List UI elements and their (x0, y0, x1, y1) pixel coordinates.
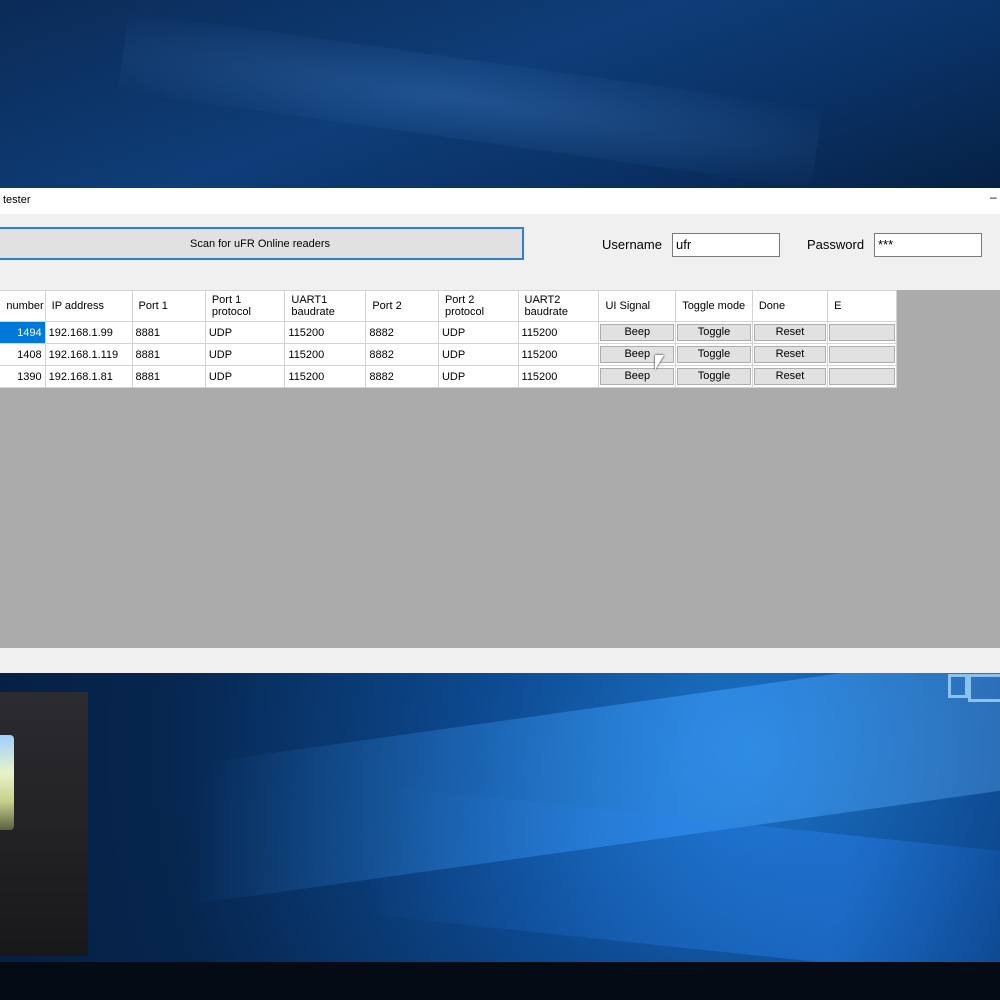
cell-port2[interactable]: 8882 (365, 321, 439, 344)
minimize-icon[interactable]: – (990, 190, 997, 204)
beep-button[interactable]: Beep (600, 324, 675, 341)
cell-number[interactable]: 1408 (0, 343, 46, 366)
windows-logo-pane (968, 674, 1000, 702)
column-header-done[interactable]: Done (751, 290, 829, 322)
status-bar (0, 648, 1000, 673)
table-row[interactable]: 1390 192.168.1.81 8881 UDP 115200 8882 U… (0, 365, 964, 388)
cell-uart2[interactable]: 115200 (517, 321, 600, 344)
toggle-button[interactable]: Toggle (677, 346, 751, 363)
grid-empty-area (896, 321, 964, 344)
column-header-blank (896, 290, 964, 322)
readers-table: number IP address Port 1 Port 1 protocol… (0, 290, 964, 388)
e-button[interactable] (829, 346, 896, 363)
cell-uart2[interactable]: 115200 (517, 365, 600, 388)
password-label: Password (807, 237, 865, 252)
cell-number[interactable]: 1390 (0, 365, 46, 388)
column-header-port2[interactable]: Port 2 (365, 290, 439, 322)
username-label: Username (602, 237, 662, 252)
cell-port1-protocol[interactable]: UDP (204, 343, 286, 366)
cell-uart1[interactable]: 115200 (284, 365, 367, 388)
e-button[interactable] (829, 368, 896, 385)
cell-number[interactable]: 1494 (0, 321, 46, 344)
column-header-e[interactable]: E (827, 290, 898, 322)
cell-ip[interactable]: 192.168.1.119 (44, 343, 133, 366)
cell-done: Reset (751, 321, 829, 344)
table-row[interactable]: 1408 192.168.1.119 8881 UDP 115200 8882 … (0, 343, 964, 366)
app-window: tester – Scan for uFR Online readers Use… (0, 188, 1000, 673)
cell-uart1[interactable]: 115200 (284, 321, 367, 344)
column-header-toggle-mode[interactable]: Toggle mode (675, 290, 753, 322)
reset-button[interactable]: Reset (753, 324, 827, 341)
cell-toggle: Toggle (675, 365, 753, 388)
cell-e (827, 343, 898, 366)
webcam-light-object (0, 735, 14, 830)
cell-ip[interactable]: 192.168.1.99 (44, 321, 133, 344)
beep-button[interactable]: Beep (600, 368, 675, 385)
cell-port2[interactable]: 8882 (365, 365, 439, 388)
reset-button[interactable]: Reset (753, 346, 827, 363)
reset-button[interactable]: Reset (753, 368, 827, 385)
mouse-cursor-icon (655, 355, 664, 370)
cell-ui-signal: Beep (598, 321, 677, 344)
password-field[interactable]: *** (874, 233, 982, 257)
column-header-number[interactable]: number (0, 290, 46, 322)
cell-port1[interactable]: 8881 (131, 321, 206, 344)
cell-e (827, 321, 898, 344)
grid-empty-area (896, 365, 964, 388)
cell-ip[interactable]: 192.168.1.81 (44, 365, 133, 388)
username-field[interactable]: ufr (672, 233, 780, 257)
cell-toggle: Toggle (675, 343, 753, 366)
cell-done: Reset (751, 343, 829, 366)
column-header-ui-signal[interactable]: UI Signal (598, 290, 677, 322)
cell-done: Reset (751, 365, 829, 388)
column-header-port2-protocol[interactable]: Port 2 protocol (437, 290, 519, 322)
cell-ui-signal: Beep (598, 365, 677, 388)
window-title: tester (3, 194, 31, 206)
column-header-uart2-baudrate[interactable]: UART2 baudrate (517, 290, 600, 322)
taskbar[interactable] (0, 962, 1000, 1000)
cell-port1-protocol[interactable]: UDP (204, 321, 286, 344)
grid-header-row: number IP address Port 1 Port 1 protocol… (0, 290, 964, 322)
cell-ui-signal: Beep (598, 343, 677, 366)
column-header-port1-protocol[interactable]: Port 1 protocol (204, 290, 286, 322)
cell-uart2[interactable]: 115200 (517, 343, 600, 366)
cell-port2-protocol[interactable]: UDP (437, 321, 519, 344)
column-header-ip-address[interactable]: IP address (44, 290, 133, 322)
e-button[interactable] (829, 324, 896, 341)
cell-uart1[interactable]: 115200 (284, 343, 367, 366)
toggle-button[interactable]: Toggle (677, 368, 751, 385)
grid-empty-area (896, 343, 964, 366)
cell-port2-protocol[interactable]: UDP (437, 365, 519, 388)
cell-port1[interactable]: 8881 (131, 343, 206, 366)
readers-grid[interactable]: number IP address Port 1 Port 1 protocol… (0, 290, 1000, 648)
cell-port1-protocol[interactable]: UDP (204, 365, 286, 388)
cell-port2[interactable]: 8882 (365, 343, 439, 366)
cell-port2-protocol[interactable]: UDP (437, 343, 519, 366)
column-header-uart1-baudrate[interactable]: UART1 baudrate (284, 290, 367, 322)
cell-port1[interactable]: 8881 (131, 365, 206, 388)
cell-toggle: Toggle (675, 321, 753, 344)
scan-readers-button[interactable]: Scan for uFR Online readers (0, 227, 524, 260)
column-header-port1[interactable]: Port 1 (131, 290, 206, 322)
toggle-button[interactable]: Toggle (677, 324, 751, 341)
windows-logo-pane (948, 674, 968, 698)
title-bar[interactable]: tester – (0, 188, 1000, 214)
table-row[interactable]: 1494 192.168.1.99 8881 UDP 115200 8882 U… (0, 321, 964, 344)
cell-e (827, 365, 898, 388)
